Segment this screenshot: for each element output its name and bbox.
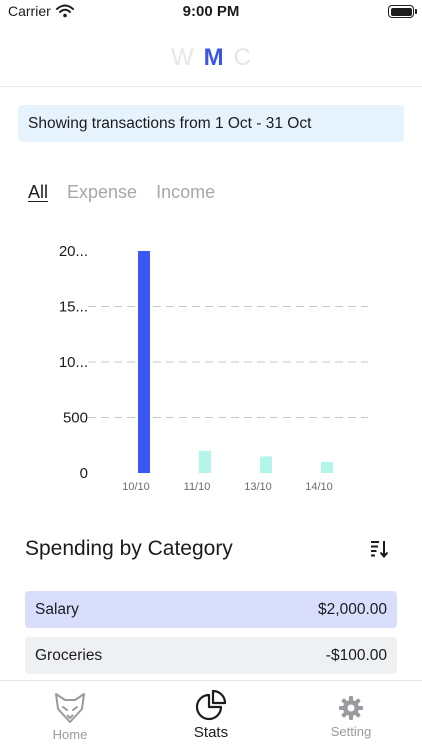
category-amount: $2,000.00 — [318, 600, 387, 618]
chart-bar-10-10[interactable] — [138, 251, 150, 473]
chart-bar-13-10[interactable] — [260, 456, 272, 473]
chart-y-tick-label: 500 — [63, 410, 88, 427]
status-bar: Carrier 9:00 PM — [0, 0, 422, 24]
fox-icon — [53, 691, 87, 730]
date-range-banner: Showing transactions from 1 Oct - 31 Oct — [18, 105, 404, 142]
chart-bar-11-10[interactable] — [199, 450, 211, 473]
chart-x-tick-label: 13/10 — [244, 481, 272, 493]
transactions-bar-chart: 0 500 10... 15... 20... 10/10 11/10 13/10 14/10 — [59, 243, 368, 493]
tab-home-label: Home — [52, 727, 88, 742]
chart-y-tick-label: 15... — [59, 299, 88, 316]
category-row-groceries[interactable]: Groceries -$100.00 — [25, 637, 397, 674]
sort-descending-icon[interactable] — [368, 538, 390, 560]
period-switch: W M C — [0, 44, 422, 72]
category-row-salary[interactable]: Salary $2,000.00 — [25, 591, 397, 628]
tab-stats-label: Stats — [193, 724, 229, 741]
transaction-filter-tabs: All Expense Income — [28, 182, 215, 203]
period-option-month[interactable]: M — [204, 44, 224, 72]
category-name: Salary — [35, 600, 79, 618]
chart-y-tick-label: 10... — [59, 354, 88, 371]
filter-tab-expense[interactable]: Expense — [67, 182, 137, 203]
chart-x-tick-label: 14/10 — [305, 481, 333, 493]
bottom-tab-bar: Home Stats Setting — [0, 680, 422, 750]
date-range-text: Showing transactions from 1 Oct - 31 Oct — [28, 114, 312, 132]
header-divider — [0, 86, 422, 87]
battery-icon — [388, 5, 417, 18]
period-option-custom[interactable]: C — [234, 44, 251, 72]
chart-y-tick-label: 20... — [59, 243, 88, 260]
gear-icon — [338, 695, 364, 726]
filter-tab-all[interactable]: All — [28, 182, 48, 203]
period-option-week[interactable]: W — [171, 44, 194, 72]
chart-x-tick-label: 10/10 — [122, 481, 150, 493]
filter-tab-income[interactable]: Income — [156, 182, 215, 203]
chart-bar-14-10[interactable] — [321, 461, 333, 473]
tab-home[interactable]: Home — [0, 681, 140, 750]
tab-stats[interactable]: Stats — [141, 681, 281, 750]
spending-by-category-title: Spending by Category — [25, 537, 233, 560]
status-time: 9:00 PM — [182, 3, 240, 20]
tab-setting-label: Setting — [330, 724, 372, 739]
category-name: Groceries — [35, 646, 103, 664]
tab-setting[interactable]: Setting — [281, 681, 421, 750]
category-amount: -$100.00 — [325, 646, 387, 664]
chart-x-tick-label: 11/10 — [184, 481, 211, 493]
pie-chart-icon — [194, 689, 228, 728]
chart-y-tick-label: 0 — [80, 465, 88, 482]
